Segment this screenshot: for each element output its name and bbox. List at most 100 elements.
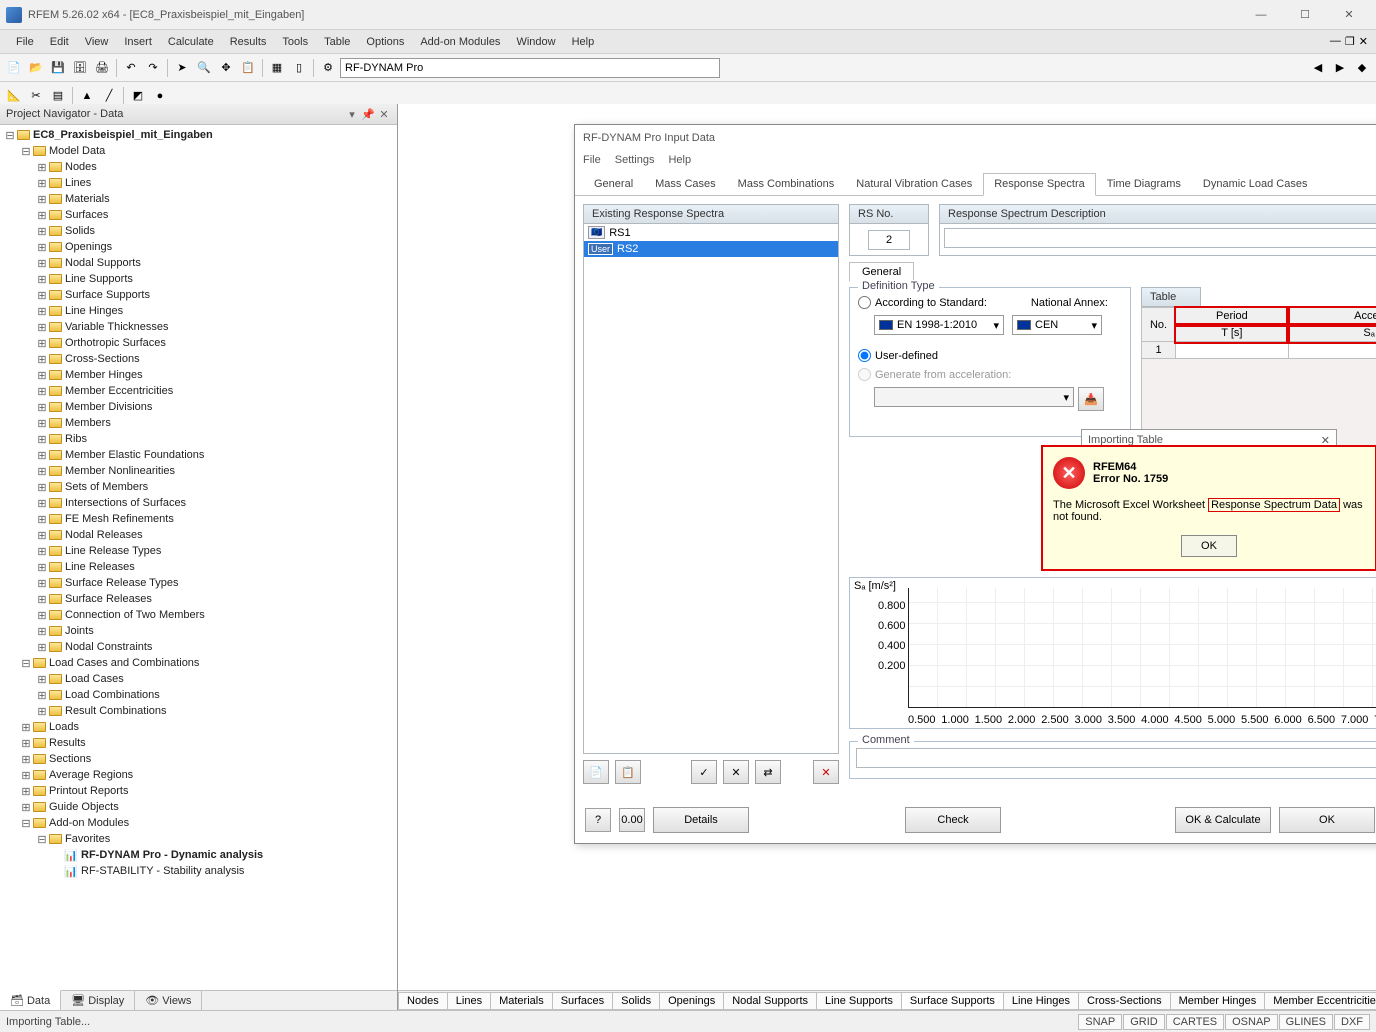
tree-item[interactable]: Cross-Sections <box>65 353 140 365</box>
zoom-in-icon[interactable]: 🔍 <box>194 58 214 78</box>
check-button[interactable]: Check <box>905 807 1001 833</box>
delete-sel-icon[interactable]: ✕ <box>723 760 749 784</box>
save-icon[interactable]: 💾 <box>48 58 68 78</box>
measure-icon[interactable]: 📐 <box>4 86 24 106</box>
status-toggle[interactable]: SNAP <box>1078 1014 1122 1030</box>
line-icon[interactable]: ╱ <box>99 86 119 106</box>
bottom-tab[interactable]: Surfaces <box>552 992 613 1010</box>
comment-input[interactable] <box>856 748 1376 768</box>
tree-item[interactable]: Load Cases <box>65 673 124 685</box>
tree-item[interactable]: Nodal Constraints <box>65 641 152 653</box>
nav-close-icon[interactable]: ✕ <box>377 107 391 121</box>
spectra-item-rs2[interactable]: UserRS2 <box>584 241 838 257</box>
bottom-tab[interactable]: Cross-Sections <box>1078 992 1171 1010</box>
mdi-close-icon[interactable]: ✕ <box>1359 35 1368 48</box>
menu-options[interactable]: Options <box>358 33 412 51</box>
tree-root[interactable]: EC8_Praxisbeispiel_mit_Eingaben <box>33 129 213 141</box>
tree-favorites[interactable]: Favorites <box>65 833 110 845</box>
pin-pin-icon[interactable]: 📌 <box>361 107 375 121</box>
tree-fav-0[interactable]: RF-DYNAM Pro - Dynamic analysis <box>81 849 263 861</box>
bottom-tab[interactable]: Surface Supports <box>901 992 1004 1010</box>
help-icon[interactable]: ? <box>585 808 611 832</box>
radio-standard[interactable] <box>858 296 871 309</box>
bottom-tab[interactable]: Nodal Supports <box>723 992 817 1010</box>
tree-item[interactable]: Orthotropic Surfaces <box>65 337 166 349</box>
undo-icon[interactable]: ↶ <box>121 58 141 78</box>
menu-calculate[interactable]: Calculate <box>160 33 222 51</box>
menu-view[interactable]: View <box>77 33 117 51</box>
bottom-tab[interactable]: Line Supports <box>816 992 902 1010</box>
tree-item[interactable]: Materials <box>65 193 110 205</box>
tree-item[interactable]: Nodal Supports <box>65 257 141 269</box>
copy-spectrum-icon[interactable]: 📋 <box>615 760 641 784</box>
tree-item[interactable]: Printout Reports <box>49 785 128 797</box>
dlg-menu-settings[interactable]: Settings <box>615 154 655 166</box>
saveall-icon[interactable]: 🗄 <box>70 58 90 78</box>
tree-item[interactable]: FE Mesh Refinements <box>65 513 174 525</box>
subtab-general[interactable]: General <box>849 262 914 282</box>
sphere-icon[interactable]: ● <box>150 86 170 106</box>
addon-selector[interactable]: RF-DYNAM Pro <box>340 58 720 78</box>
tree-item[interactable]: Surfaces <box>65 209 108 221</box>
tree-item[interactable]: Lines <box>65 177 91 189</box>
pin-icon[interactable]: ▾ <box>345 107 359 121</box>
tree-addon[interactable]: Add-on Modules <box>49 817 129 829</box>
menu-edit[interactable]: Edit <box>42 33 77 51</box>
tree-item[interactable]: Line Release Types <box>65 545 161 557</box>
details-button[interactable]: Details <box>653 807 749 833</box>
status-toggle[interactable]: DXF <box>1334 1014 1370 1030</box>
tree-item[interactable]: Member Eccentricities <box>65 385 173 397</box>
tree-item[interactable]: Line Supports <box>65 273 133 285</box>
dlg-menu-help[interactable]: Help <box>668 154 691 166</box>
bottom-tab[interactable]: Solids <box>612 992 660 1010</box>
tree-item[interactable]: Joints <box>65 625 94 637</box>
menu-insert[interactable]: Insert <box>116 33 160 51</box>
spectra-list[interactable]: 🇪🇺RS1 UserRS2 <box>583 224 839 754</box>
bottom-tab[interactable]: Nodes <box>398 992 448 1010</box>
tree-item[interactable]: Guide Objects <box>49 801 119 813</box>
units-icon[interactable]: 0.00 <box>619 808 645 832</box>
standard-combo[interactable]: EN 1998-1:2010▾ <box>874 315 1004 335</box>
maximize-button[interactable]: ☐ <box>1284 3 1326 27</box>
misc-tool-icon[interactable]: ◆ <box>1352 58 1372 78</box>
layers-icon[interactable]: ▤ <box>48 86 68 106</box>
tree-item[interactable]: Member Hinges <box>65 369 143 381</box>
renumber-icon[interactable]: ⇄ <box>755 760 781 784</box>
radio-userdef[interactable] <box>858 349 871 362</box>
status-toggle[interactable]: GRID <box>1123 1014 1165 1030</box>
nav-tab-data[interactable]: 🗃Data <box>0 990 61 1010</box>
bottom-tab[interactable]: Materials <box>490 992 553 1010</box>
error-ok-button[interactable]: OK <box>1181 535 1237 557</box>
dlg-tab[interactable]: Dynamic Load Cases <box>1192 173 1319 195</box>
dlg-tab[interactable]: Mass Cases <box>644 173 727 195</box>
dlg-tab[interactable]: Mass Combinations <box>727 173 846 195</box>
dlg-tab[interactable]: Natural Vibration Cases <box>845 173 983 195</box>
rsno-input[interactable] <box>868 230 910 250</box>
shape-icon[interactable]: ▲ <box>77 86 97 106</box>
dlg-tab[interactable]: Time Diagrams <box>1096 173 1192 195</box>
pan-icon[interactable]: ✥ <box>216 58 236 78</box>
arrow-left-icon[interactable]: ◀ <box>1308 58 1328 78</box>
nav-tab-views[interactable]: 👁Views <box>135 991 202 1010</box>
menu-tools[interactable]: Tools <box>274 33 316 51</box>
arrow-right-icon[interactable]: ▶ <box>1330 58 1350 78</box>
print-icon[interactable]: 🖨 <box>92 58 112 78</box>
tree-fav-1[interactable]: RF-STABILITY - Stability analysis <box>81 865 244 877</box>
bottom-tab[interactable]: Lines <box>447 992 491 1010</box>
dlg-tab[interactable]: Response Spectra <box>983 173 1096 196</box>
tree-item[interactable]: Nodes <box>65 161 97 173</box>
menu-file[interactable]: File <box>8 33 42 51</box>
copy-icon[interactable]: 📋 <box>238 58 258 78</box>
new-spectrum-icon[interactable]: 📄 <box>583 760 609 784</box>
menu-table[interactable]: Table <box>316 33 358 51</box>
arrow-icon[interactable]: ➤ <box>172 58 192 78</box>
dlg-menu-file[interactable]: File <box>583 154 601 166</box>
redo-icon[interactable]: ↷ <box>143 58 163 78</box>
tree-item[interactable]: Surface Releases <box>65 593 152 605</box>
ok-calculate-button[interactable]: OK & Calculate <box>1175 807 1271 833</box>
status-toggle[interactable]: CARTES <box>1166 1014 1224 1030</box>
status-toggle[interactable]: OSNAP <box>1225 1014 1278 1030</box>
tree-item[interactable]: Solids <box>65 225 95 237</box>
status-toggle[interactable]: GLINES <box>1279 1014 1333 1030</box>
window-icon[interactable]: ▯ <box>289 58 309 78</box>
